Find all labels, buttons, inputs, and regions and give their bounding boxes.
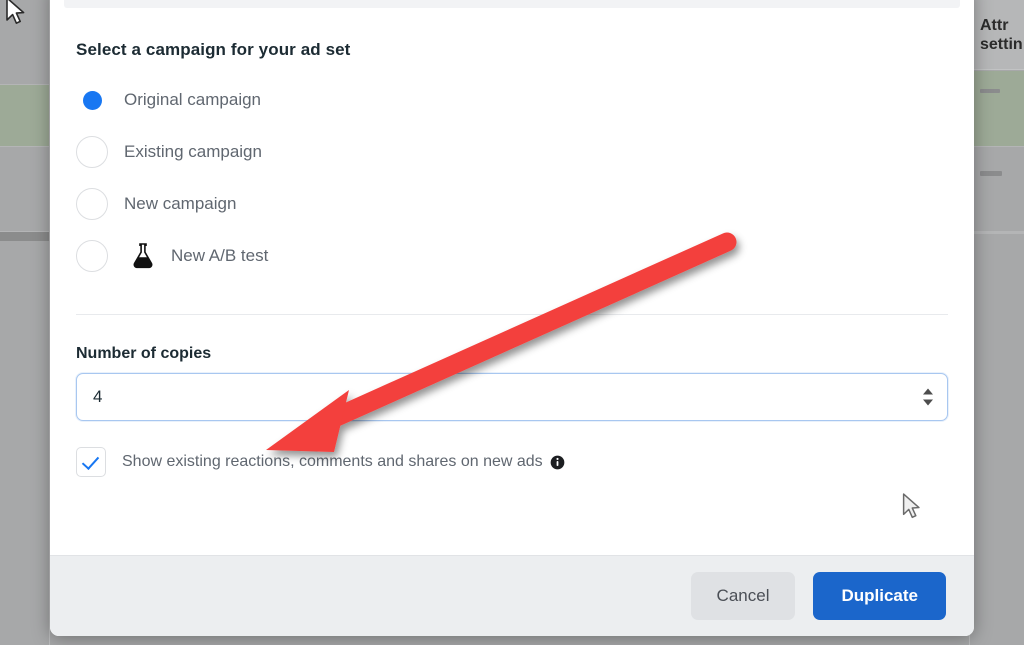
radio-option-new-campaign[interactable]: New campaign — [76, 178, 948, 230]
duplicate-button[interactable]: Duplicate — [813, 572, 946, 620]
radio-button-existing-campaign[interactable] — [76, 136, 108, 168]
dialog-footer: Cancel Duplicate — [50, 555, 974, 636]
screen-root: Attr settin Select a campaign for your a… — [0, 0, 1024, 645]
section-divider — [76, 314, 948, 315]
flask-icon — [130, 241, 156, 271]
background-right-column: Attr settin — [969, 0, 1024, 645]
background-section-divider — [970, 232, 1024, 234]
show-reactions-label: Show existing reactions, comments and sh… — [122, 453, 543, 470]
show-reactions-checkbox[interactable] — [76, 447, 106, 477]
caret-up-icon[interactable] — [923, 388, 933, 395]
background-section-divider — [0, 232, 49, 241]
cancel-button[interactable]: Cancel — [690, 572, 796, 620]
background-header-line-1: Attr — [980, 16, 1009, 34]
radio-option-existing-campaign[interactable]: Existing campaign — [76, 126, 948, 178]
radio-button-new-ab-test[interactable] — [76, 240, 108, 272]
number-of-copies-input[interactable] — [77, 374, 947, 420]
background-row-highlighted — [0, 85, 49, 147]
background-row — [0, 0, 49, 85]
dialog-body: Select a campaign for your ad set Origin… — [50, 8, 974, 555]
background-cell-placeholder — [980, 89, 1000, 93]
campaign-radio-group: Original campaign Existing campaign New … — [76, 74, 948, 282]
radio-option-new-ab-test[interactable]: New A/B test — [76, 230, 948, 282]
radio-button-original-campaign[interactable] — [76, 84, 108, 116]
radio-option-original-campaign[interactable]: Original campaign — [76, 74, 948, 126]
radio-label-original-campaign: Original campaign — [124, 90, 262, 109]
background-cell-placeholder — [980, 171, 1002, 176]
info-icon[interactable] — [550, 455, 565, 470]
radio-label-new-ab-test: New A/B test — [171, 246, 269, 265]
number-of-copies-field[interactable] — [76, 373, 948, 421]
section-title: Select a campaign for your ad set — [76, 40, 351, 59]
radio-label-new-campaign: New campaign — [124, 194, 237, 213]
radio-button-new-campaign[interactable] — [76, 188, 108, 220]
background-row — [0, 147, 49, 232]
background-left-column — [0, 0, 50, 645]
background-header-line-2: settin — [980, 35, 1023, 53]
caret-down-icon[interactable] — [923, 399, 933, 406]
radio-label-existing-campaign: Existing campaign — [124, 142, 262, 161]
background-row-highlighted — [970, 71, 1024, 147]
duplicate-ad-set-dialog: Select a campaign for your ad set Origin… — [50, 0, 974, 636]
show-reactions-row[interactable]: Show existing reactions, comments and sh… — [76, 447, 948, 477]
number-stepper[interactable] — [923, 388, 933, 406]
background-column-header: Attr settin — [970, 0, 1024, 70]
background-row — [970, 147, 1024, 232]
number-of-copies-label: Number of copies — [76, 345, 212, 362]
dialog-top-strip — [64, 0, 960, 8]
